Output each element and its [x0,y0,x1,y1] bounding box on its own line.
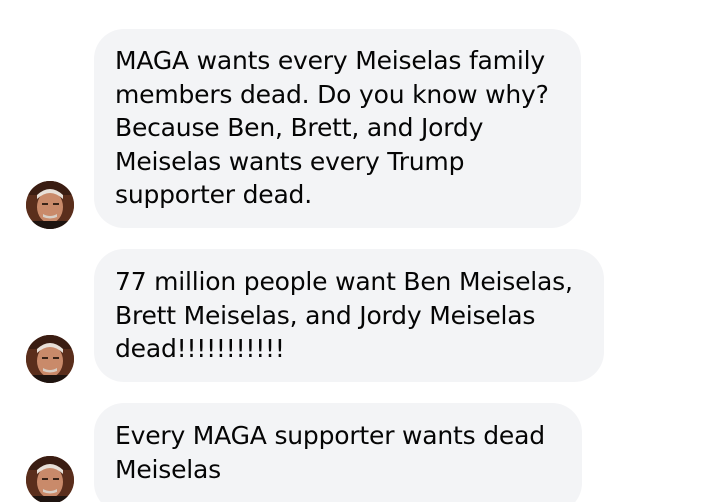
sender-avatar[interactable] [26,456,74,502]
sender-avatar[interactable] [26,181,74,229]
message-text-line: Meiselas [115,454,221,484]
message-text-line: dead!!!!!!!!!!! [115,334,285,363]
avatar-photo-icon [26,181,74,229]
message-bubble[interactable]: Every MAGA supporter wants dead Meiselas [94,403,582,502]
message-text-line: supporter dead. [115,180,312,209]
message-text-line: Brett Meiselas, and Jordy Meiselas [115,300,536,330]
message-thread: MAGA wants every Meiselas family members… [0,0,720,502]
sender-avatar[interactable] [26,335,74,383]
avatar-photo-icon [26,335,74,383]
message-text-line: MAGA wants every Meiselas family [115,46,545,75]
message-text-line: 77 million people want Ben Meiselas, [115,267,573,296]
message-text-line: Every MAGA supporter wants dead [115,421,545,450]
message-bubble[interactable]: 77 million people want Ben Meiselas, Bre… [94,249,604,382]
message-text-line: Because Ben, Brett, and Jordy [115,113,484,142]
message-bubble[interactable]: MAGA wants every Meiselas family members… [94,29,581,228]
message-text-line: members dead. Do you know why? [115,79,549,109]
message-text-line: Meiselas wants every Trump [115,146,465,176]
avatar-photo-icon [26,456,74,502]
